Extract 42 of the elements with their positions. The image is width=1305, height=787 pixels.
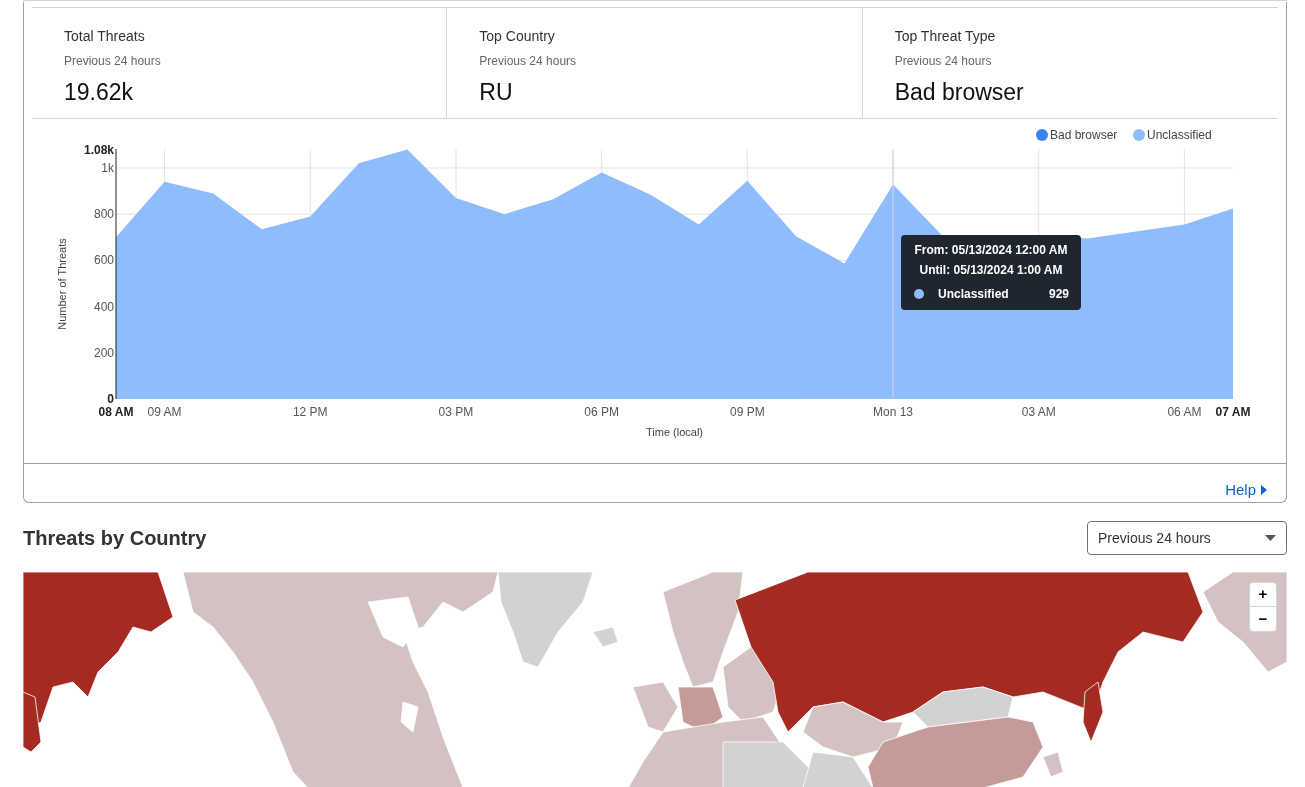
stat-label: Total Threats: [64, 27, 145, 46]
stat-period: Previous 24 hours: [64, 53, 161, 70]
stat-period: Previous 24 hours: [894, 53, 992, 70]
y-tick-label: 0: [107, 392, 114, 406]
x-tick-label: 08 AM: [98, 405, 134, 419]
period-select[interactable]: Previous 24 hours: [1087, 521, 1287, 555]
y-tick-label: 1.08k: [83, 142, 114, 157]
stat-value: Bad browser: [894, 78, 1024, 107]
stat-label: Top Country: [479, 27, 555, 46]
tooltip-value: 929: [1048, 286, 1069, 303]
x-tick-label: 09 PM: [730, 405, 765, 419]
legend-label[interactable]: Bad browser: [1050, 128, 1118, 142]
stat-value: RU: [479, 78, 513, 107]
x-tick-label: Mon 13: [873, 405, 914, 419]
x-tick-label: 09 AM: [147, 405, 182, 419]
tooltip-from: From: 05/13/2024 12:00 AM: [914, 242, 1068, 259]
y-tick-label: 200: [93, 345, 114, 360]
y-tick-label: 1k: [101, 161, 114, 175]
section-title: Threats by Country: [23, 526, 207, 551]
tooltip-until: Until: 05/13/2024 1:00 AM: [919, 262, 1063, 279]
x-tick-label: 06 AM: [1167, 405, 1202, 419]
tooltip-series: Unclassified: [938, 286, 1009, 303]
x-tick-label: 03 PM: [438, 405, 474, 419]
x-tick-label: 12 PM: [292, 405, 328, 419]
caret-down-icon: [1265, 535, 1276, 541]
x-tick-label: 07 AM: [1215, 405, 1251, 419]
y-axis-title: Number of Threats: [56, 238, 68, 330]
y-tick-label: 600: [93, 253, 114, 268]
x-tick-label: 03 AM: [1021, 405, 1056, 419]
caret-right-icon: [1260, 484, 1268, 496]
stat-period: Previous 24 hours: [479, 53, 577, 70]
zoom-in-button[interactable]: +: [1250, 583, 1276, 607]
legend-label[interactable]: Unclassified: [1147, 128, 1212, 142]
help-link[interactable]: Help: [1225, 478, 1268, 502]
y-tick-label: 800: [93, 207, 114, 222]
stat-label: Top Threat Type: [894, 27, 996, 46]
y-tick-label: 400: [93, 299, 114, 314]
world-map-drawing[interactable]: [23, 572, 1287, 787]
zoom-out-button[interactable]: −: [1250, 607, 1276, 631]
x-tick-label: 06 PM: [584, 405, 619, 419]
stat-value: 19.62k: [64, 78, 134, 107]
x-axis-title: Time (local): [646, 426, 703, 438]
